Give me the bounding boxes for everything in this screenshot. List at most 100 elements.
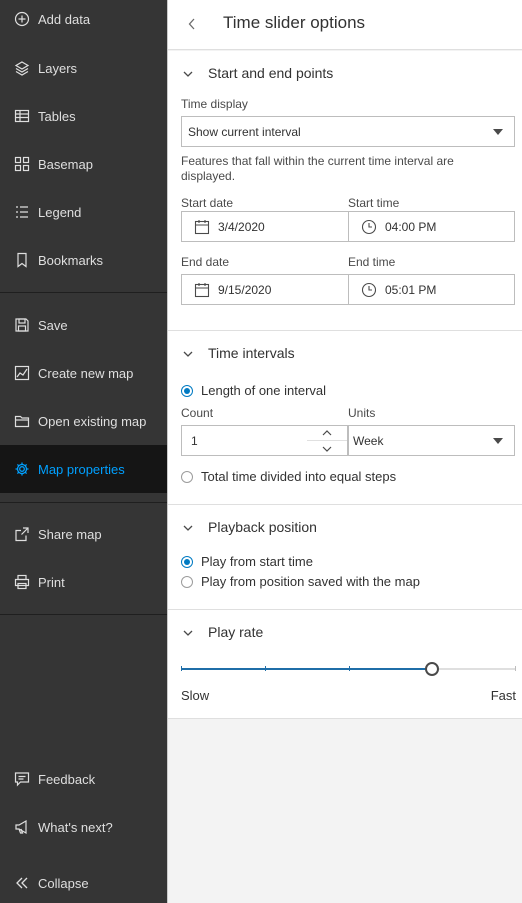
radio-button[interactable] — [181, 470, 193, 483]
chevron-down-icon — [183, 630, 193, 636]
sidebar-item-label: Basemap — [38, 156, 93, 172]
sidebar-item-label: Print — [38, 574, 65, 590]
app: Add data Layers Tables Basemap Legend Bo… — [0, 0, 522, 903]
sidebar-item-print[interactable]: Print — [0, 559, 167, 605]
sidebar-item-label: Create new map — [38, 365, 134, 381]
radio-play-from-start[interactable]: Play from start time — [181, 554, 313, 569]
sidebar: Add data Layers Tables Basemap Legend Bo… — [0, 0, 167, 903]
time-display-value: Show current interval — [188, 124, 301, 139]
slow-label: Slow — [181, 688, 210, 703]
section-title: Start and end points — [208, 65, 334, 81]
time-display-select[interactable]: Show current interval — [181, 116, 515, 147]
sidebar-item-tables[interactable]: Tables — [0, 93, 167, 139]
start-date-value: 3/4/2020 — [218, 219, 265, 234]
section-header-playback[interactable]: Playback position — [168, 505, 522, 549]
slider-tick — [181, 666, 182, 671]
sidebar-divider — [0, 502, 167, 503]
chevron-down-icon — [322, 446, 332, 452]
back-button[interactable] — [184, 14, 200, 34]
sidebar-item-create-new-map[interactable]: Create new map — [0, 350, 167, 396]
radio-button-selected[interactable] — [181, 555, 193, 568]
increment-button[interactable] — [307, 426, 347, 441]
clock-icon — [361, 219, 377, 235]
slider-tick — [515, 666, 516, 671]
calendar-icon — [194, 282, 210, 298]
basemap-icon — [14, 156, 30, 172]
end-date-value: 9/15/2020 — [218, 282, 272, 297]
radio-button-selected[interactable] — [181, 384, 193, 397]
start-time-value: 04:00 PM — [385, 219, 437, 234]
save-icon — [14, 317, 30, 333]
sidebar-item-label: Tables — [38, 108, 76, 124]
share-icon — [14, 526, 30, 542]
sidebar-item-label: Layers — [38, 60, 78, 76]
sidebar-item-bookmarks[interactable]: Bookmarks — [0, 237, 167, 283]
panel-header: Time slider options — [168, 0, 522, 50]
sidebar-item-map-properties[interactable]: Map properties — [0, 445, 167, 493]
sidebar-item-legend[interactable]: Legend — [0, 189, 167, 235]
slider-tick — [264, 666, 266, 671]
sidebar-item-collapse[interactable]: Collapse — [0, 860, 167, 903]
section-title: Playback position — [208, 519, 317, 535]
section-header-play-rate[interactable]: Play rate — [168, 610, 522, 654]
sidebar-item-layers[interactable]: Layers — [0, 45, 167, 91]
sidebar-item-feedback[interactable]: Feedback — [0, 756, 167, 802]
sidebar-item-add-data[interactable]: Add data — [0, 0, 167, 42]
radio-play-from-saved[interactable]: Play from position saved with the map — [181, 574, 420, 589]
sidebar-item-label: Add data — [38, 11, 91, 27]
radio-label: Play from start time — [201, 554, 313, 569]
chevron-left-icon — [188, 18, 195, 30]
sidebar-item-label: Legend — [38, 204, 82, 220]
start-time-input[interactable]: 04:00 PM — [348, 211, 515, 242]
sidebar-item-label: Collapse — [38, 875, 89, 891]
radio-label: Length of one interval — [201, 383, 327, 398]
bookmark-icon — [14, 252, 30, 268]
time-slider-options-panel: Time slider options Start and end points… — [167, 0, 522, 903]
sidebar-item-save[interactable]: Save — [0, 302, 167, 348]
start-date-input[interactable]: 3/4/2020 — [181, 211, 349, 242]
radio-button[interactable] — [181, 575, 193, 588]
chevrons-left-icon — [14, 875, 30, 891]
chevron-down-icon — [183, 525, 193, 531]
section-play-rate: Play rate Slow Fast — [168, 610, 522, 719]
section-header-time-intervals[interactable]: Time intervals — [168, 331, 522, 375]
sidebar-item-label: Map properties — [38, 461, 125, 477]
new-map-icon — [14, 365, 30, 381]
calendar-icon — [194, 219, 210, 235]
folder-icon — [14, 413, 30, 429]
caret-down-icon — [493, 129, 503, 135]
units-label: Units — [348, 406, 376, 420]
legend-icon — [14, 204, 30, 220]
chevron-down-icon — [183, 351, 193, 357]
radio-label: Total time divided into equal steps — [201, 469, 397, 484]
sidebar-item-label: Share map — [38, 526, 102, 542]
sidebar-item-label: Save — [38, 317, 68, 333]
decrement-button[interactable] — [307, 441, 347, 456]
count-input[interactable]: 1 — [181, 425, 308, 456]
clock-icon — [361, 282, 377, 298]
sidebar-item-label: What's next? — [38, 819, 113, 835]
feedback-icon — [14, 771, 30, 787]
sidebar-item-label: Open existing map — [38, 413, 147, 429]
end-date-input[interactable]: 9/15/2020 — [181, 274, 349, 305]
slider-thumb[interactable] — [425, 662, 440, 676]
sidebar-item-whats-next[interactable]: What's next? — [0, 804, 167, 850]
slider-fill — [181, 668, 433, 670]
caret-down-icon — [493, 438, 503, 444]
gear-icon — [14, 461, 30, 477]
sidebar-item-open-existing-map[interactable]: Open existing map — [0, 398, 167, 444]
section-title: Time intervals — [208, 345, 295, 361]
section-header-start-end[interactable]: Start and end points — [168, 51, 522, 95]
sidebar-divider — [0, 292, 167, 293]
sidebar-item-basemap[interactable]: Basemap — [0, 141, 167, 187]
end-time-input[interactable]: 05:01 PM — [348, 274, 515, 305]
sidebar-item-label: Bookmarks — [38, 252, 104, 268]
layers-icon — [14, 60, 30, 76]
megaphone-icon — [14, 819, 30, 835]
radio-length-of-interval[interactable]: Length of one interval — [181, 383, 326, 398]
radio-total-time-divided[interactable]: Total time divided into equal steps — [181, 469, 396, 484]
count-stepper[interactable] — [307, 425, 348, 456]
units-select[interactable]: Week — [348, 425, 515, 456]
fast-label: Fast — [490, 688, 516, 703]
sidebar-item-share-map[interactable]: Share map — [0, 511, 167, 557]
